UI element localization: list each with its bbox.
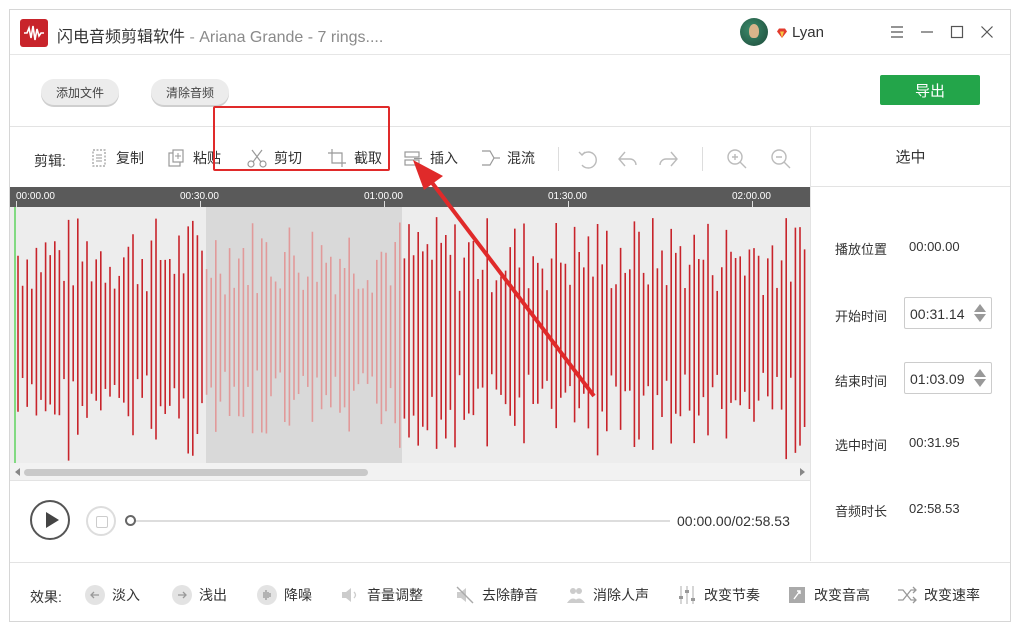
window-title: 闪电音频剪辑软件 - Ariana Grande - 7 rings.... — [57, 23, 383, 47]
scroll-right-arrow[interactable] — [800, 468, 805, 476]
duration-label: 音频时长 — [835, 504, 888, 519]
remove-silence-button[interactable]: 去除静音 — [454, 583, 538, 607]
waveform-scrollbar[interactable] — [10, 463, 810, 481]
vip-diamond-icon — [777, 28, 787, 38]
effects-toolbar: 效果: 淡入 浅出 降噪 音量调整 去除静音 消除人声 改变节奏 改变音高 改变… — [10, 562, 1010, 622]
insert-label: 插入 — [430, 150, 458, 166]
username[interactable]: Lyan — [792, 24, 824, 41]
export-button[interactable]: 导出 — [880, 75, 980, 105]
redo-icon[interactable] — [656, 147, 680, 171]
app-window: 闪电音频剪辑软件 - Ariana Grande - 7 rings.... L… — [9, 9, 1011, 622]
insert-icon — [404, 151, 422, 166]
selected-time-value: 00:31.95 — [909, 435, 960, 450]
denoise-label: 降噪 — [284, 587, 312, 603]
denoise-button[interactable]: 降噪 — [256, 583, 312, 607]
tick-label: 00:00.00 — [16, 191, 55, 202]
add-file-button[interactable]: 添加文件 — [41, 79, 119, 105]
remove-vocals-label: 消除人声 — [593, 587, 649, 603]
app-logo-icon — [20, 19, 48, 47]
fade-in-label: 淡入 — [112, 587, 140, 603]
play-position-label: 播放位置 — [835, 242, 888, 257]
rotate-icon[interactable] — [576, 147, 600, 171]
play-button[interactable] — [30, 500, 70, 540]
effects-label: 效果: — [30, 589, 62, 605]
undo-icon[interactable] — [616, 147, 640, 171]
copy-button[interactable]: 复制 — [88, 145, 144, 171]
end-time-decrement[interactable] — [974, 379, 986, 387]
player-controls: 00:00.00/02:58.53 — [10, 482, 810, 562]
title-bar: 闪电音频剪辑软件 - Ariana Grande - 7 rings.... L… — [10, 10, 1010, 55]
mix-label: 混流 — [507, 150, 535, 166]
menu-icon[interactable] — [887, 22, 907, 42]
copy-icon — [92, 149, 106, 167]
toolbar-divider — [558, 147, 559, 171]
play-position-value: 00:00.00 — [909, 239, 960, 254]
end-time-spinner[interactable]: 01:03.09 — [904, 362, 992, 394]
zoom-in-icon[interactable] — [725, 147, 749, 171]
remove-vocals-button[interactable]: 消除人声 — [565, 583, 649, 607]
start-time-decrement[interactable] — [974, 314, 986, 322]
change-speed-label: 改变速率 — [924, 587, 980, 603]
file-name: Ariana Grande - 7 rings.... — [199, 29, 384, 46]
highlight-box — [213, 106, 390, 171]
title-separator: - — [185, 29, 200, 46]
close-icon[interactable] — [977, 22, 997, 42]
toolbar-divider — [702, 147, 703, 171]
mute-icon — [456, 586, 474, 604]
mix-button[interactable]: 混流 — [479, 145, 535, 171]
top-toolbar: 添加文件 清除音频 导出 — [10, 55, 1010, 127]
fade-out-label: 浅出 — [199, 587, 227, 603]
timeline-ruler[interactable]: 00:00.00 00:30.00 01:00.00 01:30.00 02:0… — [10, 187, 810, 207]
zoom-out-icon[interactable] — [769, 147, 793, 171]
paste-icon — [168, 149, 184, 167]
change-tempo-label: 改变节奏 — [704, 587, 760, 603]
start-time-spinner[interactable]: 00:31.14 — [904, 297, 992, 329]
end-time-increment[interactable] — [974, 369, 986, 377]
selection-panel: 选中 播放位置 00:00.00 开始时间 00:31.14 结束时间 01:0… — [810, 127, 1010, 561]
waveform[interactable] — [10, 207, 810, 463]
clear-audio-button[interactable]: 清除音频 — [151, 79, 229, 105]
sliders-icon — [679, 586, 695, 604]
time-readout: 00:00.00/02:58.53 — [677, 513, 790, 529]
scroll-thumb[interactable] — [24, 469, 368, 476]
fade-in-icon — [85, 585, 105, 605]
people-icon — [567, 588, 585, 603]
change-pitch-label: 改变音高 — [814, 587, 870, 603]
avatar[interactable] — [740, 18, 768, 46]
selection-panel-header: 选中 — [811, 127, 1010, 187]
speaker-icon — [342, 588, 357, 602]
scroll-left-arrow[interactable] — [15, 468, 20, 476]
insert-button[interactable]: 插入 — [402, 145, 458, 171]
selected-time-label: 选中时间 — [835, 438, 888, 453]
start-time-value[interactable]: 00:31.14 — [910, 306, 965, 322]
edit-label: 剪辑: — [34, 153, 66, 169]
edit-toolbar: 剪辑: 复制 粘贴 剪切 截取 插入 混流 — [10, 127, 810, 187]
shuffle-icon — [898, 586, 917, 604]
mix-icon — [482, 150, 500, 166]
progress-knob[interactable] — [125, 515, 136, 526]
end-time-label: 结束时间 — [835, 374, 888, 389]
progress-track[interactable] — [130, 520, 670, 522]
fade-out-button[interactable]: 浅出 — [171, 583, 227, 607]
stop-button[interactable] — [86, 506, 116, 536]
change-speed-button[interactable]: 改变速率 — [896, 583, 980, 607]
remove-silence-label: 去除静音 — [482, 587, 538, 603]
maximize-icon[interactable] — [947, 22, 967, 42]
denoise-icon — [257, 585, 277, 605]
fade-out-icon — [172, 585, 192, 605]
app-name: 闪电音频剪辑软件 — [57, 29, 186, 46]
volume-adjust-button[interactable]: 音量调整 — [339, 583, 423, 607]
duration-value: 02:58.53 — [909, 501, 960, 516]
minimize-icon[interactable] — [917, 22, 937, 42]
change-tempo-button[interactable]: 改变节奏 — [676, 583, 760, 607]
change-pitch-button[interactable]: 改变音高 — [786, 583, 870, 607]
start-time-label: 开始时间 — [835, 309, 888, 324]
volume-adjust-label: 音量调整 — [367, 587, 423, 603]
fade-in-button[interactable]: 淡入 — [84, 583, 140, 607]
copy-label: 复制 — [116, 150, 144, 166]
end-time-value[interactable]: 01:03.09 — [910, 371, 965, 387]
start-time-increment[interactable] — [974, 304, 986, 312]
pitch-icon — [789, 587, 805, 603]
